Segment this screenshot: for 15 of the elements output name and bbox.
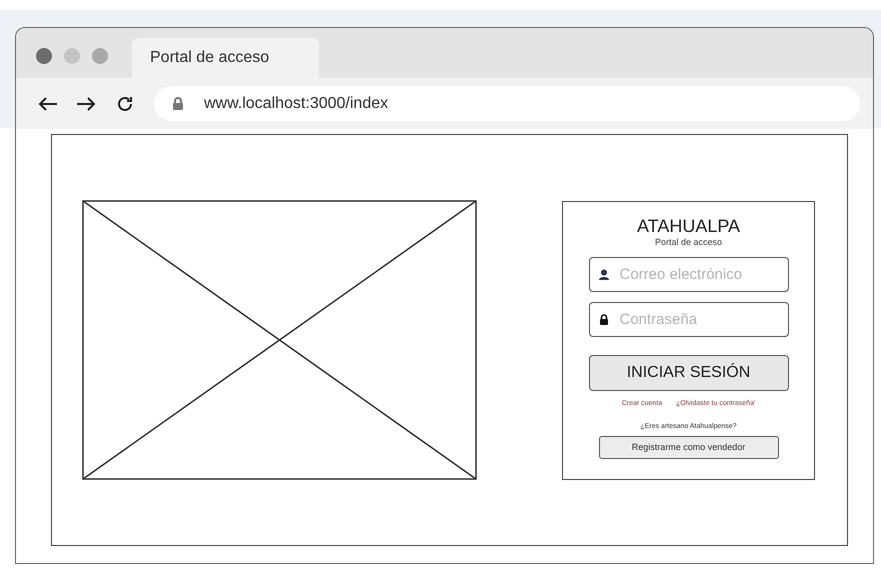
address-bar[interactable]: www.localhost:3000/index (154, 86, 860, 121)
lock-icon (598, 314, 608, 325)
register-button[interactable]: Registrarme como vendedor (598, 436, 778, 459)
subtitle: Portal de acceso (654, 236, 722, 248)
forward-icon[interactable] (76, 96, 96, 112)
brand-title: ATAHUALPA (636, 216, 740, 236)
login-button[interactable]: INICIAR SESIÓN (588, 355, 788, 391)
reload-icon[interactable] (116, 94, 134, 112)
back-icon[interactable] (38, 96, 58, 112)
input-field[interactable]: Contraseña (588, 302, 788, 337)
browser-tab[interactable]: Portal de acceso (132, 38, 319, 78)
user-icon (598, 269, 608, 280)
lock-icon (172, 97, 184, 110)
input-field[interactable]: Correo electrónico (588, 257, 788, 292)
url-text: www.localhost:3000/index (204, 94, 388, 114)
